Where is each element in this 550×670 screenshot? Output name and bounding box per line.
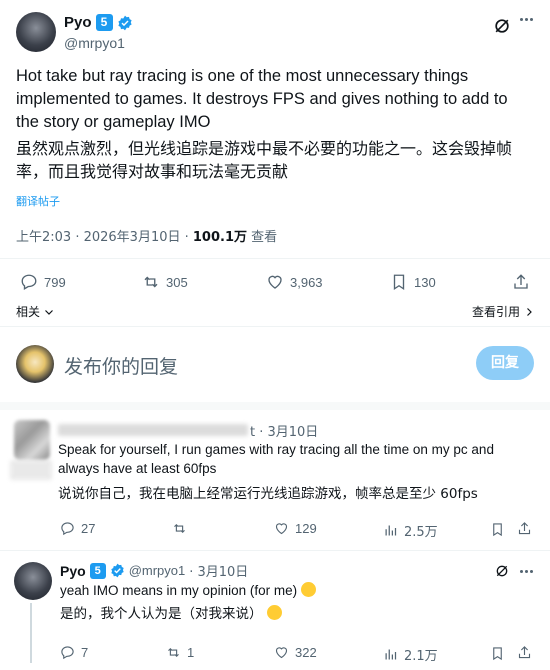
author-name[interactable]: Pyo [64, 14, 92, 31]
reply-text-en: Speak for yourself, I run games with ray… [58, 442, 494, 476]
reply-action[interactable]: 27 [60, 521, 95, 536]
like-count: 322 [295, 645, 317, 660]
chevron-down-icon [45, 309, 53, 315]
reply-author-name[interactable]: Pyo [60, 563, 86, 579]
like-count: 3,963 [290, 274, 323, 290]
like-action[interactable]: 322 [274, 645, 317, 660]
related-dropdown[interactable]: 相关 [16, 303, 55, 320]
verified-badge-icon [117, 15, 132, 30]
grinning-emoji-icon [300, 582, 316, 597]
reply-text-zh: 是的，我个人认为是（对我来说） [60, 606, 263, 622]
grok-icon[interactable] [494, 563, 510, 579]
affiliate-badge: 5 [89, 562, 106, 579]
heart-icon [275, 647, 288, 659]
views-count: 2.1万 [404, 649, 438, 664]
author-handle[interactable]: @mrpyo1 [64, 35, 125, 51]
reply-avatar[interactable] [14, 562, 52, 600]
reply-text-zh: 说说你自己，我在电脑上经常运行光线追踪游戏，帧率总是至少 60fps [58, 486, 478, 502]
bookmark-icon[interactable] [490, 522, 505, 537]
heart-icon [268, 275, 282, 289]
retweet-action[interactable]: 305 [142, 273, 188, 291]
chevron-right-icon [527, 307, 532, 316]
heart-icon [275, 523, 288, 535]
retweet-icon [168, 647, 179, 658]
reply-author-handle[interactable]: @mrpyo1 [129, 563, 186, 578]
tweet-meta: 上午2:03 · 2026年3月10日 · 100.1万 查看 [16, 226, 277, 245]
like-action[interactable]: 129 [274, 521, 317, 536]
reply-icon [21, 274, 37, 290]
divider [0, 550, 550, 551]
bookmark-action[interactable]: 130 [390, 273, 436, 291]
redacted-author [58, 424, 248, 436]
retweet-action[interactable] [172, 521, 193, 536]
author-avatar[interactable] [16, 12, 56, 52]
reply-button[interactable]: 回复 [476, 346, 534, 380]
verified-badge-icon [111, 563, 124, 578]
tweet-text-en: Hot take but ray tracing is one of the m… [16, 67, 508, 131]
share-icon[interactable] [517, 645, 532, 660]
divider [0, 326, 550, 327]
view-quotes-label: 查看引用 [472, 305, 521, 319]
reply-icon [61, 522, 74, 536]
share-icon[interactable] [517, 521, 532, 536]
views-label: 查看 [247, 230, 278, 245]
reply-composer-input[interactable]: 发布你的回复 [64, 352, 178, 379]
retweet-count: 1 [187, 645, 195, 660]
reply-date[interactable]: · 3月10日 [189, 561, 248, 580]
redacted-avatar-area [10, 460, 52, 480]
reply-avatar[interactable] [14, 420, 50, 460]
bookmark-count: 130 [414, 274, 436, 290]
reply-text-en: yeah IMO means in my opinion (for me) [60, 583, 298, 598]
retweet-icon [144, 276, 158, 288]
analytics-icon [385, 649, 397, 660]
reply-count: 799 [44, 274, 66, 290]
views-action[interactable]: 2.1万 [383, 645, 438, 664]
more-options-icon[interactable] [520, 18, 533, 21]
like-count: 129 [295, 521, 317, 536]
reply-action[interactable]: 799 [20, 273, 66, 291]
reply-count: 27 [81, 521, 96, 536]
reply-text-en-row: yeah IMO means in my opinion (for me) [60, 581, 316, 600]
view-quotes-link[interactable]: 查看引用 [472, 303, 535, 320]
grinning-emoji-icon [266, 605, 282, 620]
tweet-timestamp[interactable]: 上午2:03 · 2026年3月10日 · [16, 230, 193, 245]
more-options-icon[interactable] [520, 570, 533, 573]
reply-text-zh-row: 是的，我个人认为是（对我来说） [60, 605, 282, 624]
retweet-icon [174, 523, 185, 534]
share-icon[interactable] [512, 273, 530, 291]
bookmark-icon[interactable] [490, 646, 505, 661]
affiliate-badge: 5 [95, 14, 113, 31]
reply-date[interactable]: t · 3月10日 [250, 421, 318, 440]
views-count: 2.5万 [404, 525, 438, 540]
views-count: 100.1万 [192, 230, 248, 245]
analytics-icon [385, 525, 397, 536]
retweet-count: 305 [166, 274, 188, 290]
views-action[interactable]: 2.5万 [383, 521, 438, 540]
related-label: 相关 [16, 305, 41, 319]
grok-icon[interactable] [492, 16, 512, 36]
tweet-text-zh: 虽然观点激烈，但光线追踪是游戏中最不必要的功能之一。这会毁掉帧率，而且我觉得对故… [16, 139, 513, 181]
translate-post-link[interactable]: 翻译帖子 [16, 193, 60, 209]
reply-author-row: Pyo 5 @mrpyo1 · 3月10日 [60, 561, 248, 580]
reply-count: 7 [81, 645, 89, 660]
section-divider [0, 402, 550, 410]
divider [0, 258, 550, 259]
reply-icon [61, 646, 74, 660]
like-action[interactable]: 3,963 [266, 273, 323, 291]
retweet-action[interactable]: 1 [166, 645, 194, 660]
thread-line [30, 603, 32, 663]
reply-action[interactable]: 7 [60, 645, 88, 660]
bookmark-icon [393, 274, 405, 291]
current-user-avatar[interactable] [16, 345, 54, 383]
author-name-row: Pyo 5 [64, 14, 133, 31]
